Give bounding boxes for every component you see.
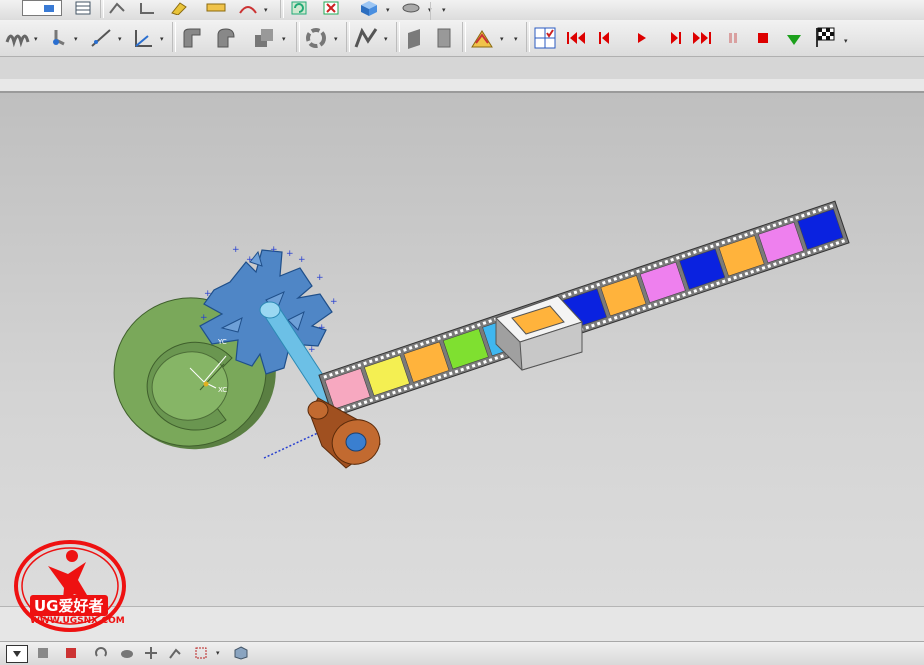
offset-icon[interactable] xyxy=(212,26,240,50)
finish-flag-icon[interactable] xyxy=(812,24,838,50)
svg-text:+: + xyxy=(286,249,294,259)
chevron-down-icon[interactable]: ▾ xyxy=(74,35,78,43)
bottom-toolbar: ▾ xyxy=(0,641,924,665)
refresh-icon[interactable] xyxy=(288,0,310,16)
svg-text:+: + xyxy=(330,297,338,307)
toolbar-row-2: ▾ ▾ ▾ ▾ ▾ ▾ ▾ ▾ ▾ ▾ xyxy=(0,20,924,57)
rewind-start-icon[interactable] xyxy=(564,26,588,50)
svg-text:+: + xyxy=(298,255,306,265)
line-icon[interactable] xyxy=(88,26,114,50)
model-scene[interactable]: YC XC +++ +++ +++ ++ xyxy=(0,93,924,606)
chevron-down-icon[interactable]: ▾ xyxy=(386,6,390,14)
grid-icon[interactable] xyxy=(62,645,80,661)
rotate-icon[interactable] xyxy=(92,645,110,661)
chevron-down-icon[interactable]: ▾ xyxy=(384,35,388,43)
status-bar xyxy=(0,606,924,642)
svg-text:+: + xyxy=(204,289,212,299)
bend-icon[interactable] xyxy=(178,26,206,50)
ugsnx-watermark: UG爱好者 WWW.UGSNX.COM xyxy=(12,540,130,638)
block-icon[interactable] xyxy=(402,26,426,50)
graphics-viewport[interactable]: YC XC + + + + + + + + + + + xyxy=(0,93,924,606)
selection-filter-dropdown[interactable] xyxy=(6,645,28,663)
watermark-url: WWW.UGSNX.COM xyxy=(30,616,125,626)
chevron-down-icon[interactable]: ▾ xyxy=(844,37,848,45)
path-icon[interactable] xyxy=(352,26,380,50)
step-forward-icon[interactable] xyxy=(664,26,688,50)
cube-icon[interactable] xyxy=(356,0,382,16)
chevron-down-icon[interactable]: ▾ xyxy=(500,35,504,43)
svg-text:+: + xyxy=(318,323,326,333)
analysis-icon[interactable] xyxy=(234,0,262,16)
boolean-icon[interactable] xyxy=(250,26,278,50)
layer-select-dropdown[interactable] xyxy=(22,0,62,16)
film-strip[interactable] xyxy=(318,200,850,418)
connector-icon[interactable] xyxy=(302,26,330,50)
close-part-icon[interactable] xyxy=(320,0,342,16)
chevron-down-icon[interactable]: ▾ xyxy=(264,6,268,14)
down-arrow-icon[interactable] xyxy=(782,28,806,52)
sketch-icon[interactable] xyxy=(106,0,128,16)
graphics-window-header xyxy=(0,79,924,93)
svg-text:+: + xyxy=(200,313,208,323)
fast-forward-icon[interactable] xyxy=(690,26,714,50)
table-icon[interactable] xyxy=(72,0,94,16)
checklist-icon[interactable] xyxy=(532,26,558,50)
axis-label-yc: YC xyxy=(217,338,227,346)
snap-icon[interactable] xyxy=(34,645,52,661)
svg-text:+: + xyxy=(232,245,240,255)
ruler-icon[interactable] xyxy=(204,0,228,16)
watermark-brand: UG爱好者 xyxy=(30,595,108,616)
sheet-icon[interactable] xyxy=(432,26,456,50)
axis-icon[interactable] xyxy=(130,26,156,50)
toolbar-row-1: ▾ ▾ ▾ ▾ xyxy=(0,0,924,21)
svg-text:+: + xyxy=(246,255,254,265)
svg-text:+: + xyxy=(316,273,324,283)
chevron-down-icon[interactable]: ▾ xyxy=(334,35,338,43)
play-icon[interactable] xyxy=(630,26,654,50)
step-back-icon[interactable] xyxy=(592,26,616,50)
layout-icon[interactable] xyxy=(398,0,424,16)
layer-select-icon xyxy=(44,4,54,12)
measure-icon[interactable] xyxy=(168,0,190,16)
pause-icon[interactable] xyxy=(722,26,744,50)
chevron-down-icon[interactable]: ▾ xyxy=(216,649,220,657)
chevron-down-icon[interactable]: ▾ xyxy=(118,35,122,43)
zoom-icon[interactable] xyxy=(166,645,184,661)
chevron-down-icon[interactable]: ▾ xyxy=(442,6,446,14)
axis-label-xc: XC xyxy=(218,386,227,394)
solid-icon[interactable] xyxy=(118,645,136,661)
joint-icon[interactable] xyxy=(46,26,72,50)
stop-icon[interactable] xyxy=(752,26,774,50)
spring-icon[interactable] xyxy=(2,26,32,50)
datum-icon[interactable] xyxy=(136,0,158,16)
chevron-down-icon[interactable]: ▾ xyxy=(282,35,286,43)
chevron-down-icon[interactable]: ▾ xyxy=(514,35,518,43)
pan-icon[interactable] xyxy=(142,645,160,661)
svg-text:+: + xyxy=(270,245,278,255)
chevron-down-icon[interactable]: ▾ xyxy=(34,35,38,43)
fold-icon[interactable] xyxy=(468,26,496,50)
chevron-down-icon[interactable]: ▾ xyxy=(160,35,164,43)
view-cube-icon[interactable] xyxy=(232,645,250,661)
box-select-icon[interactable] xyxy=(192,645,210,661)
